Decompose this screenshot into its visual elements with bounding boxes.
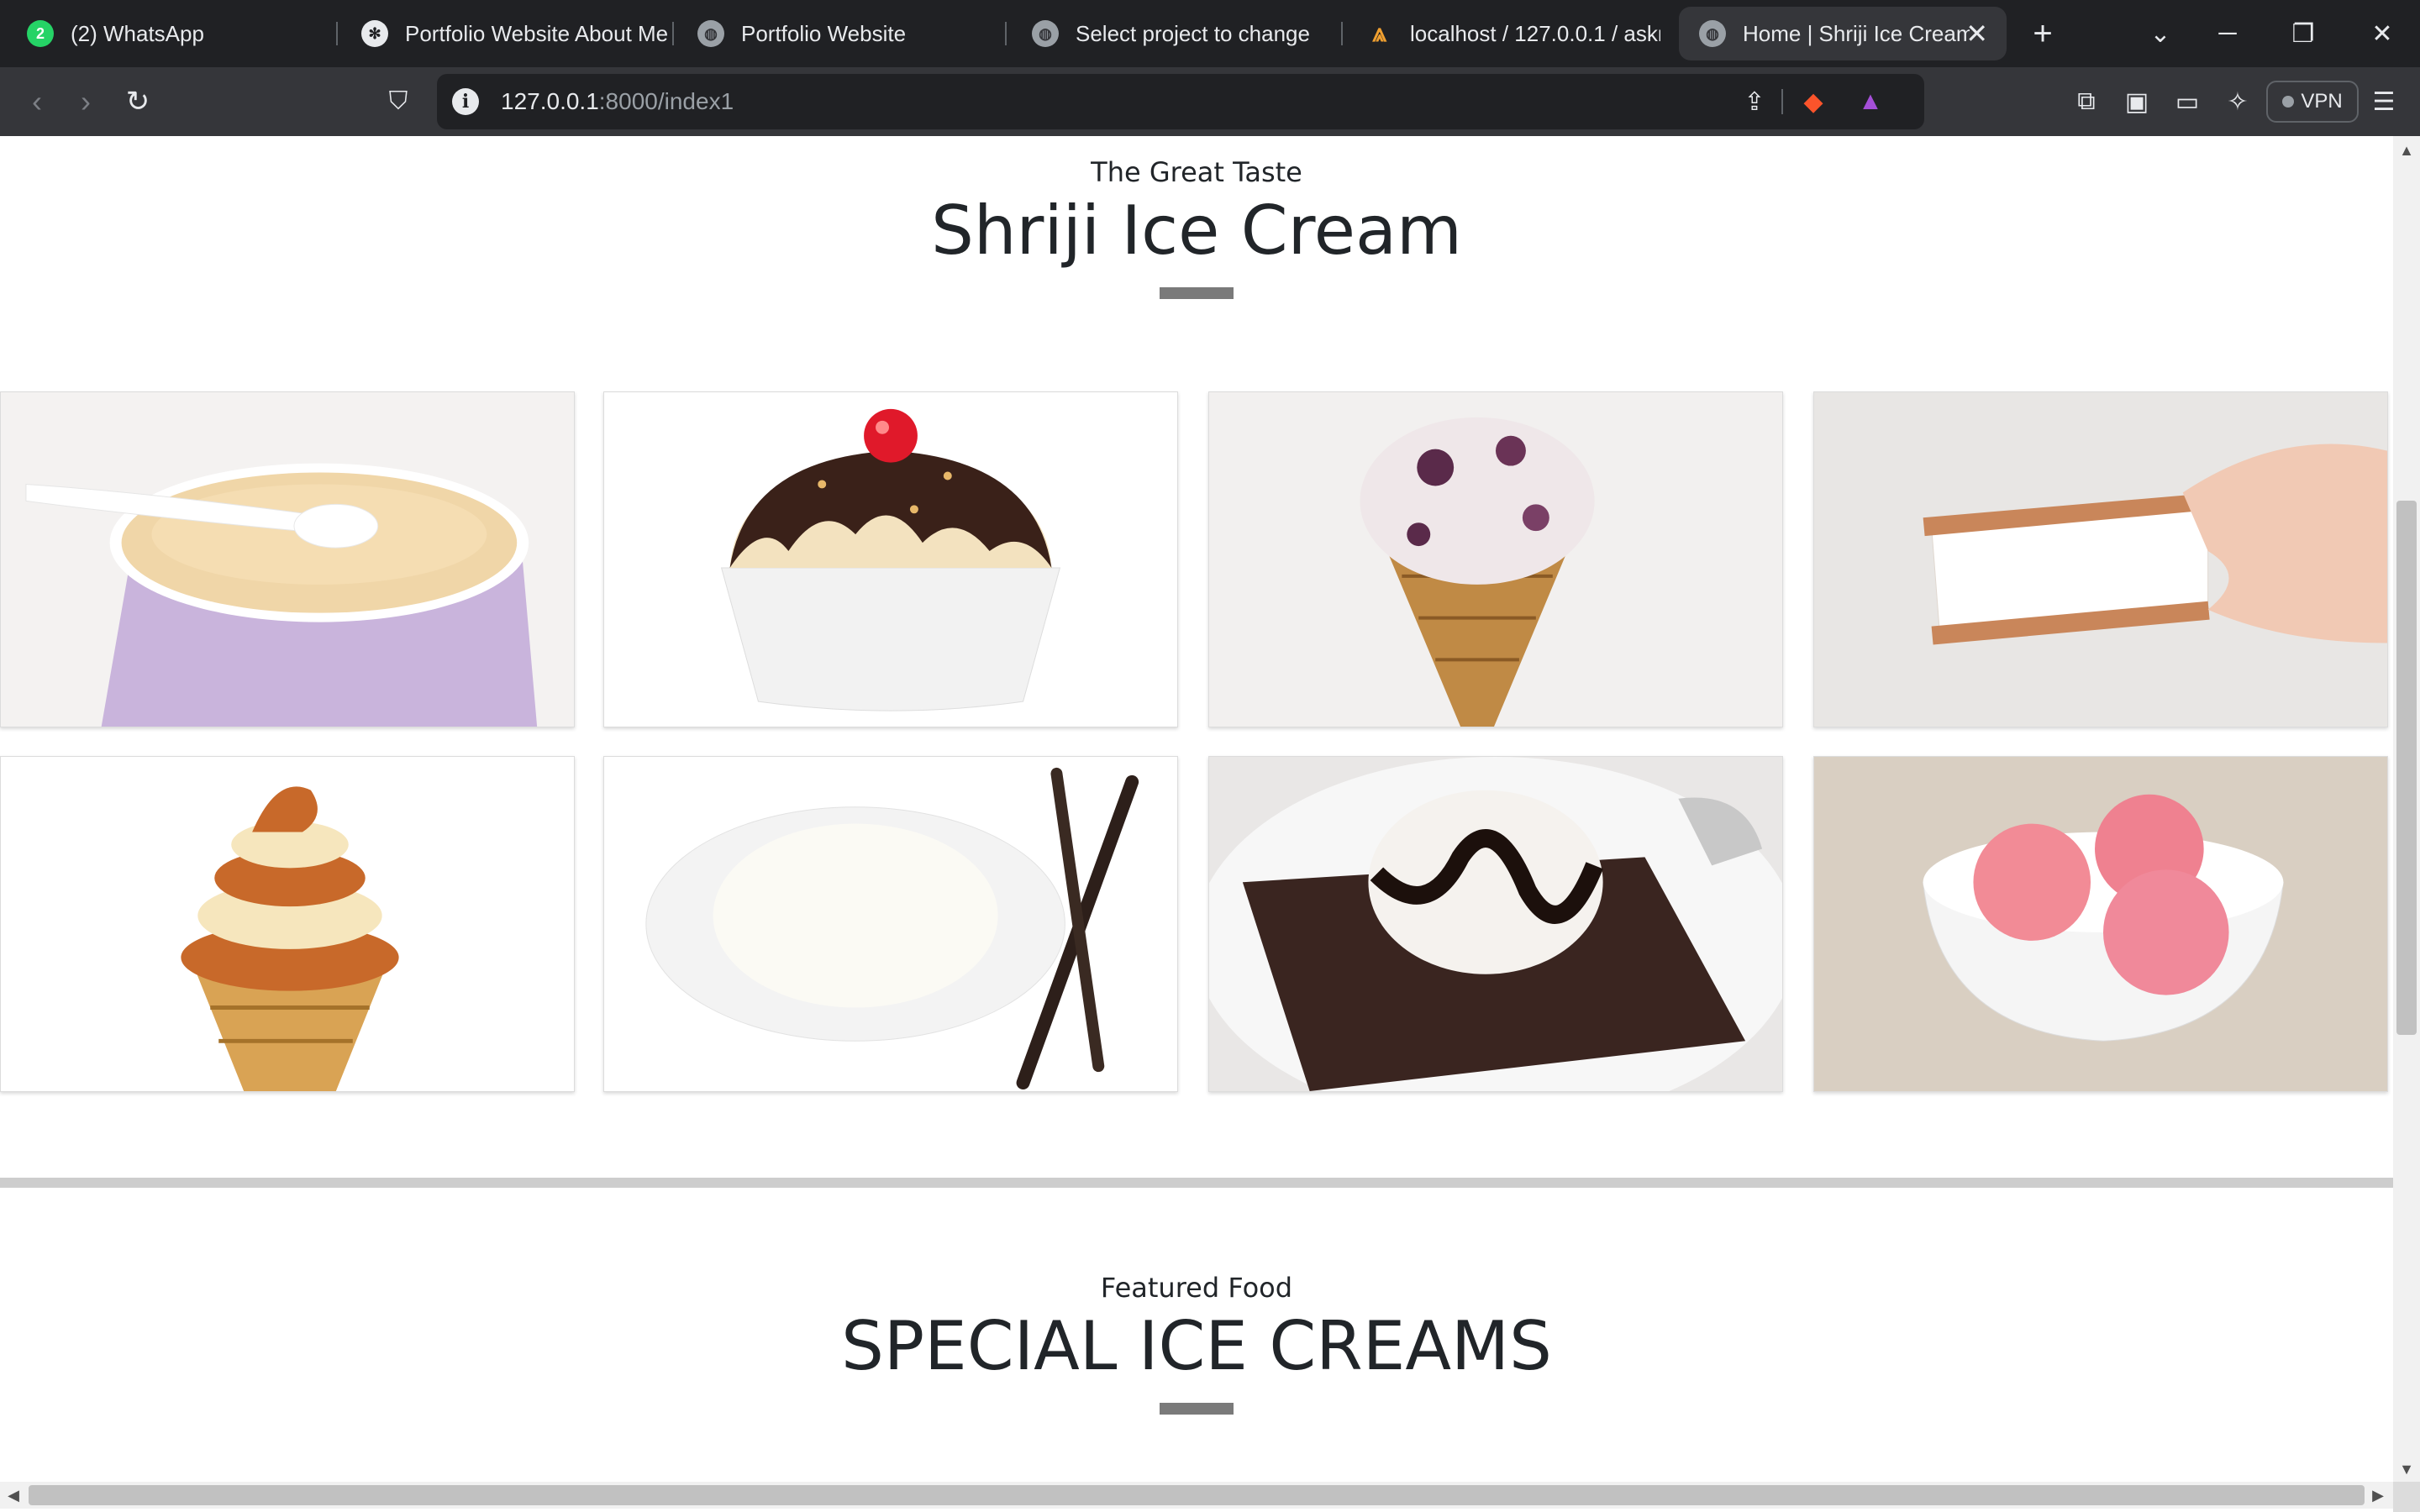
gallery-ice-cream-cup[interactable] — [0, 391, 575, 727]
url-text[interactable]: 127.0.0.1:8000/index1 — [501, 74, 734, 129]
divider — [1781, 89, 1783, 114]
tab-separator — [1005, 22, 1007, 45]
tab-label: Home | Shriji Ice Cream — [1743, 20, 1970, 46]
minimize-button[interactable]: ─ — [2198, 0, 2257, 67]
close-window-button[interactable]: ✕ — [2353, 0, 2412, 67]
page-viewport: The Great Taste Shriji Ice Cream Feature… — [0, 136, 2393, 1482]
scrollbar-corner — [2393, 1482, 2420, 1512]
brave-rewards-icon[interactable]: ▲ — [1852, 83, 1889, 120]
soft-serve-cone-image — [1, 757, 574, 1091]
chocolate-sundae-image — [604, 392, 1177, 727]
globe-icon: ◍ — [697, 20, 724, 47]
tab-portfolio-about[interactable]: ✻ Portfolio Website About Me — [361, 0, 672, 67]
tab-label: (2) WhatsApp — [71, 20, 204, 46]
tab-label: Portfolio Website — [741, 20, 907, 46]
tab-label: localhost / 127.0.0.1 / askme — [1410, 20, 1660, 46]
vanilla-scoop-image — [604, 757, 1177, 1091]
featured-title: SPECIAL ICE CREAMS — [841, 1307, 1552, 1385]
gallery-chocolate-sundae[interactable] — [603, 391, 1178, 727]
gallery-berry-cone[interactable] — [1208, 391, 1783, 727]
chatgpt-icon: ✻ — [361, 20, 388, 47]
gallery-vanilla-scoop[interactable] — [603, 756, 1178, 1092]
title-underline — [1160, 287, 1234, 299]
url-host: 127.0.0.1 — [501, 88, 599, 114]
ice-cream-cup-image — [1, 392, 574, 727]
ice-cream-sandwich-image — [1814, 392, 2387, 727]
vpn-button[interactable]: VPN — [2266, 81, 2359, 123]
leo-ai-icon[interactable]: ✧ — [2218, 82, 2257, 121]
hero-title: Shriji Ice Cream — [931, 192, 1462, 270]
tab-separator — [336, 22, 338, 45]
scroll-left-arrow-icon[interactable]: ◀ — [3, 1485, 24, 1505]
sidebar-icon[interactable]: ▣ — [2118, 82, 2156, 121]
share-icon[interactable]: ⇪ — [1736, 83, 1773, 120]
menu-icon[interactable]: ☰ — [2365, 82, 2403, 121]
hero-subtitle: The Great Taste — [1091, 156, 1302, 188]
vertical-scrollbar-thumb[interactable] — [2396, 501, 2417, 1035]
scroll-down-arrow-icon[interactable]: ▼ — [2393, 1458, 2420, 1480]
tab-separator — [1341, 22, 1343, 45]
section-divider — [0, 1178, 2393, 1188]
tab-phpmyadmin[interactable]: ⩓ localhost / 127.0.0.1 / askme — [1366, 0, 1660, 67]
brownie-ice-cream-image — [1209, 757, 1782, 1091]
brave-shields-icon[interactable]: ◆ — [1795, 83, 1832, 120]
scroll-up-arrow-icon[interactable]: ▲ — [2393, 139, 2420, 161]
browser-tab-bar: 2 (2) WhatsApp ✻ Portfolio Website About… — [0, 0, 2420, 67]
globe-icon: ◍ — [1699, 20, 1726, 47]
gallery-brownie-ice-cream[interactable] — [1208, 756, 1783, 1092]
site-info-icon[interactable]: i — [452, 88, 479, 115]
forward-button[interactable]: › — [60, 67, 111, 136]
gallery-ice-cream-sandwich[interactable] — [1813, 391, 2388, 727]
bookmark-icon[interactable]: ⛉ — [373, 67, 424, 136]
url-path: :8000/index1 — [598, 88, 734, 114]
gallery-strawberry-bowl[interactable] — [1813, 756, 2388, 1092]
reload-button[interactable]: ↻ — [113, 67, 163, 136]
whatsapp-icon: 2 — [27, 20, 54, 47]
address-bar[interactable]: i 127.0.0.1:8000/index1 ⇪ ◆ ▲ — [437, 74, 1924, 129]
back-button[interactable]: ‹ — [12, 67, 62, 136]
berry-cone-image — [1209, 392, 1782, 727]
tab-django-admin[interactable]: ◍ Select project to change | Dj — [1032, 0, 1318, 67]
vpn-status-icon — [2282, 96, 2295, 108]
tab-shriji-home[interactable]: ◍ Home | Shriji Ice Cream ✕ — [1679, 7, 2007, 60]
featured-title-underline — [1160, 1403, 1234, 1415]
gallery-soft-serve-cone[interactable] — [0, 756, 575, 1092]
phpmyadmin-icon: ⩓ — [1372, 19, 1387, 47]
vpn-label: VPN — [2301, 90, 2343, 113]
tab-whatsapp[interactable]: 2 (2) WhatsApp — [27, 0, 329, 67]
close-tab-icon[interactable]: ✕ — [1965, 18, 1988, 50]
tab-label: Portfolio Website About Me — [405, 20, 669, 46]
globe-icon: ◍ — [1032, 20, 1059, 47]
tab-separator — [672, 22, 674, 45]
strawberry-bowl-image — [1814, 757, 2387, 1091]
horizontal-scrollbar-thumb[interactable] — [29, 1485, 2365, 1505]
new-tab-button[interactable]: + — [2013, 0, 2072, 67]
browser-toolbar: ‹ › ↻ ⛉ i 127.0.0.1:8000/index1 ⇪ ◆ ▲ ⧉ … — [0, 67, 2420, 136]
tab-search-chevron-icon[interactable]: ⌄ — [2131, 0, 2190, 67]
wallet-icon[interactable]: ▭ — [2168, 82, 2207, 121]
tab-portfolio-website[interactable]: ◍ Portfolio Website — [697, 0, 1000, 67]
restore-button[interactable]: ❐ — [2274, 0, 2333, 67]
tab-label: Select project to change | Dj — [1076, 20, 1318, 46]
extensions-icon[interactable]: ⧉ — [2067, 82, 2106, 121]
featured-subtitle: Featured Food — [1100, 1272, 1293, 1304]
scroll-right-arrow-icon[interactable]: ▶ — [2368, 1485, 2388, 1505]
